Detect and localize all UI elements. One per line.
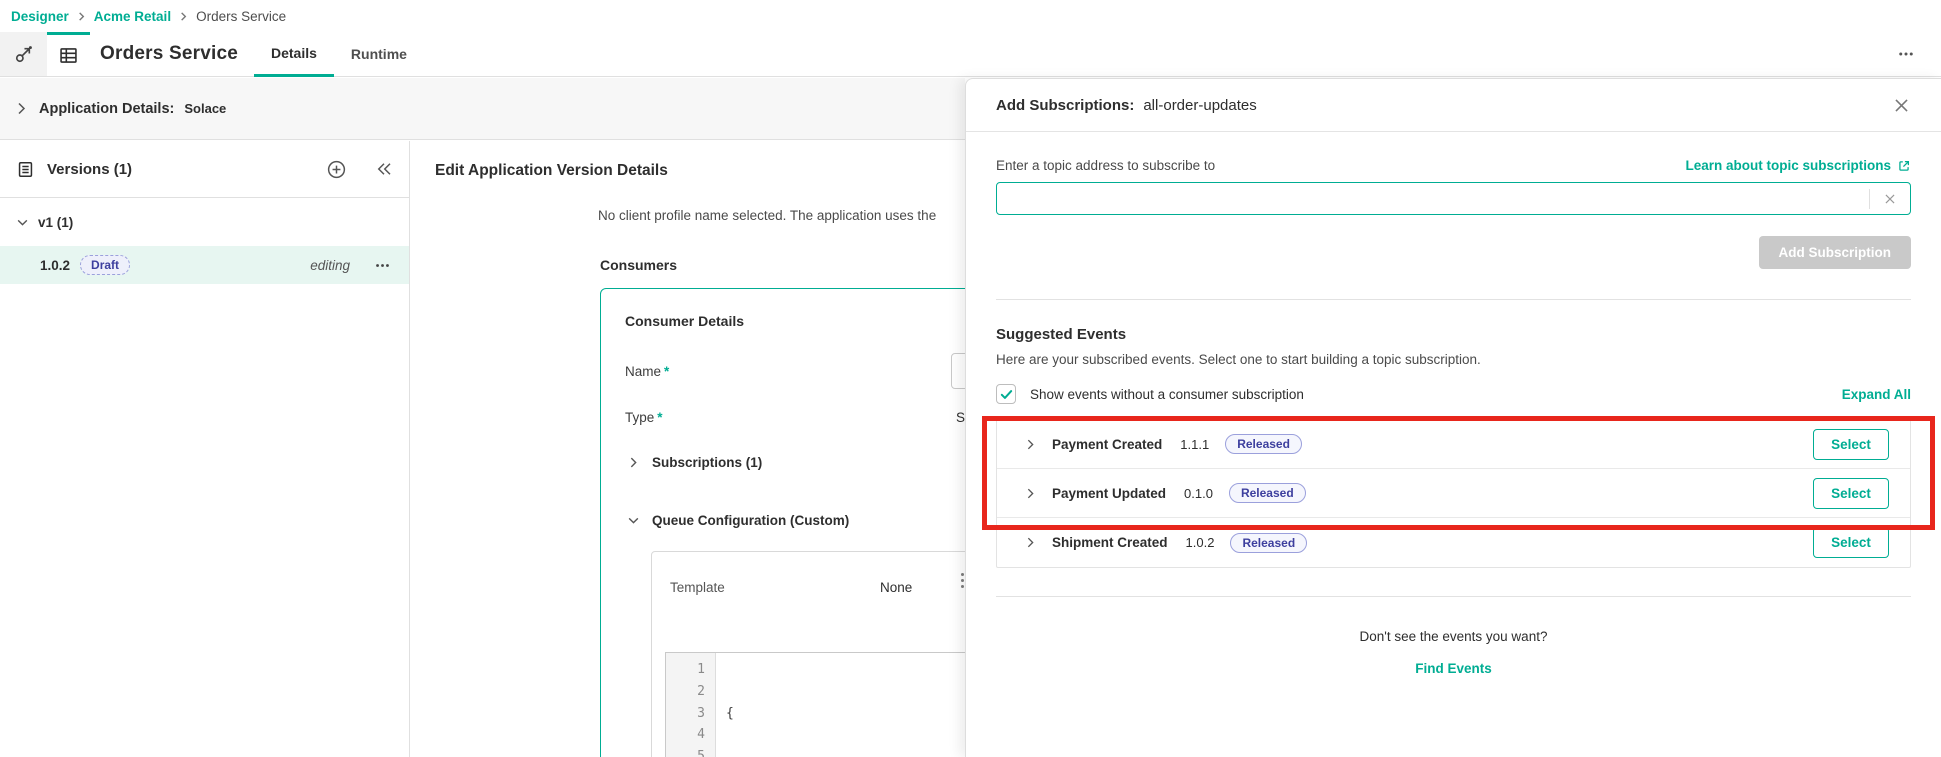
drawer-header: Add Subscriptions: all-order-updates <box>966 79 1941 132</box>
chevron-down-icon <box>16 216 29 229</box>
select-event-button[interactable]: Select <box>1813 477 1889 509</box>
breadcrumb-designer[interactable]: Designer <box>11 9 69 24</box>
edit-version-title: Edit Application Version Details <box>435 162 668 179</box>
code-line: { <box>726 705 734 721</box>
suggested-events-description: Here are your subscribed events. Select … <box>996 352 1481 367</box>
table-grid-icon <box>58 45 79 66</box>
code-content[interactable]: { "accessType": "exclusive", "maxMsgSpoo… <box>716 653 945 757</box>
drawer-title: Add Subscriptions: <box>996 96 1135 114</box>
topic-address-input-wrap <box>996 182 1911 215</box>
required-marker: * <box>657 410 663 425</box>
drawer-subtitle: all-order-updates <box>1143 96 1257 114</box>
topology-graph-icon <box>13 43 35 65</box>
event-row-payment-updated: Payment Updated 0.1.0 Released Select <box>997 469 1910 518</box>
add-subscriptions-drawer: Add Subscriptions: all-order-updates Ent… <box>965 78 1941 757</box>
graph-view-tab[interactable] <box>0 32 47 76</box>
list-view-tab[interactable] <box>47 32 90 76</box>
checkmark-icon <box>999 387 1014 402</box>
topic-address-label: Enter a topic address to subscribe to <box>996 158 1216 173</box>
divider <box>996 596 1911 597</box>
chevron-right-icon <box>178 11 189 22</box>
application-details-label: Application Details: <box>39 100 175 117</box>
version-more-menu-button[interactable] <box>374 257 391 274</box>
show-events-checkbox[interactable] <box>996 384 1016 404</box>
event-version: 1.1.1 <box>1180 436 1210 452</box>
required-marker: * <box>664 364 670 379</box>
page-more-menu-button[interactable] <box>1897 45 1915 63</box>
suggested-events-list: Payment Created 1.1.1 Released Select Pa… <box>996 419 1911 568</box>
divider <box>996 299 1911 300</box>
suggested-events-title: Suggested Events <box>996 326 1127 343</box>
released-status-badge: Released <box>1230 532 1308 553</box>
released-status-badge: Released <box>1225 434 1302 454</box>
collapse-panel-button[interactable] <box>375 160 393 178</box>
client-profile-notice: No client profile name selected. The app… <box>598 208 937 223</box>
consumer-card-title: Consumer Details <box>625 313 745 329</box>
event-row-shipment-created: Shipment Created 1.0.2 Released Select <box>997 518 1910 567</box>
subscriptions-section-toggle[interactable]: Subscriptions (1) <box>627 455 762 470</box>
add-version-button[interactable] <box>326 159 347 180</box>
event-version: 1.0.2 <box>1185 535 1215 550</box>
versions-panel: Versions (1) v1 (1) 1.0.2 Draft editing <box>0 141 410 757</box>
drawer-close-button[interactable] <box>1892 96 1911 115</box>
close-icon <box>1892 96 1911 115</box>
page-tab-bar: Orders Service Details Runtime <box>0 32 1941 77</box>
version-row-selected[interactable]: 1.0.2 Draft editing <box>0 246 409 284</box>
event-name: Payment Created <box>1052 436 1163 452</box>
version-number: 1.0.2 <box>40 257 71 273</box>
consumers-section-label: Consumers <box>600 257 678 273</box>
event-version: 0.1.0 <box>1184 485 1213 501</box>
chevron-right-icon[interactable] <box>1024 438 1037 451</box>
versions-panel-title: Versions (1) <box>47 160 133 178</box>
application-details-value: Solace <box>184 101 227 116</box>
event-name: Shipment Created <box>1052 535 1168 550</box>
clear-input-button[interactable] <box>1870 192 1910 206</box>
versions-list-icon <box>16 160 35 179</box>
event-name: Payment Updated <box>1052 485 1167 501</box>
template-label: Template <box>670 580 725 595</box>
chevron-right-icon[interactable] <box>14 101 29 116</box>
add-subscription-button[interactable]: Add Subscription <box>1758 236 1911 269</box>
event-row-payment-created: Payment Created 1.1.1 Released Select <box>997 420 1910 469</box>
version-group-label: v1 (1) <box>38 214 74 230</box>
breadcrumb-current: Orders Service <box>196 8 287 24</box>
type-field-label: Type * <box>625 410 663 425</box>
released-status-badge: Released <box>1228 483 1306 503</box>
version-group-row[interactable]: v1 (1) <box>0 198 409 246</box>
drawer-resize-handle[interactable] <box>961 573 964 588</box>
breadcrumb-acme-retail[interactable]: Acme Retail <box>94 9 171 24</box>
application-details-bar[interactable]: Application Details: Solace <box>0 78 965 140</box>
show-events-checkbox-label[interactable]: Show events without a consumer subscript… <box>1030 387 1304 402</box>
learn-topic-subscriptions-link[interactable]: Learn about topic subscriptions <box>1685 158 1911 173</box>
name-field-label: Name * <box>625 364 670 379</box>
page-title: Orders Service <box>100 43 238 64</box>
tab-details[interactable]: Details <box>254 32 334 77</box>
external-link-icon <box>1897 159 1911 173</box>
kebab-icon <box>1897 45 1915 63</box>
topic-address-input[interactable] <box>997 183 1869 214</box>
editing-status-text: editing <box>310 257 350 273</box>
tab-runtime[interactable]: Runtime <box>334 32 424 76</box>
draft-status-badge: Draft <box>80 255 131 275</box>
find-events-link[interactable]: Find Events <box>1415 661 1492 676</box>
find-events-question: Don't see the events you want? <box>1359 629 1548 644</box>
detail-tabs: Details Runtime <box>254 32 424 77</box>
template-value: None <box>880 580 913 595</box>
chevron-right-icon[interactable] <box>1024 487 1037 500</box>
expand-all-link[interactable]: Expand All <box>1842 387 1911 402</box>
breadcrumb: Designer Acme Retail Orders Service <box>0 0 1941 32</box>
chevron-right-icon[interactable] <box>1024 536 1037 549</box>
select-event-button[interactable]: Select <box>1813 527 1889 558</box>
code-line-numbers: 1 2 3 4 5 <box>666 653 716 757</box>
close-icon <box>1883 192 1897 206</box>
versions-panel-header: Versions (1) <box>0 141 409 198</box>
drawer-body: Enter a topic address to subscribe to Le… <box>966 132 1941 676</box>
chevron-right-icon <box>76 11 87 22</box>
chevron-right-icon <box>627 456 640 469</box>
queue-configuration-section-toggle[interactable]: Queue Configuration (Custom) <box>627 513 849 528</box>
chevron-down-icon <box>627 514 640 527</box>
drawer-footer: Don't see the events you want? Find Even… <box>996 629 1911 676</box>
app-root: { "colors": { "accent_teal": "#00ad93", … <box>0 0 1941 757</box>
select-event-button[interactable]: Select <box>1813 428 1889 460</box>
